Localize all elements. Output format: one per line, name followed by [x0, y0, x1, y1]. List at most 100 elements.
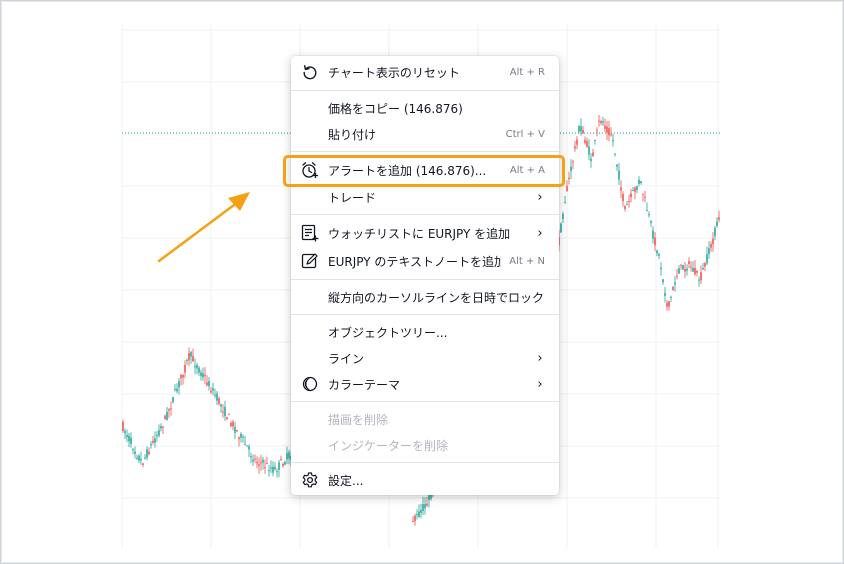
candle-body	[602, 121, 604, 123]
candle-body	[218, 398, 220, 404]
candle-body	[222, 411, 224, 413]
menu-item-label: 描画を削除	[328, 412, 389, 427]
menu-item-paste[interactable]: 貼り付け Ctrl + V	[291, 121, 559, 147]
candle-body	[256, 461, 258, 464]
candle-body	[666, 302, 668, 307]
candle-body	[658, 254, 660, 256]
candle-body	[622, 194, 624, 201]
candle-body	[202, 373, 204, 378]
candle-body	[712, 238, 714, 245]
candle-body	[664, 292, 666, 296]
chevron-right-icon: ›	[537, 376, 543, 392]
candle-body	[178, 381, 180, 388]
menu-item-watchlist[interactable]: ウォッチリストに EURJPY を追加 ›	[291, 219, 559, 247]
candle-body	[584, 140, 586, 143]
candle-body	[132, 449, 134, 451]
candle-body	[134, 451, 136, 454]
candle-body	[198, 367, 200, 373]
candle-body	[170, 408, 172, 410]
menu-separator	[291, 279, 559, 280]
menu-separator	[291, 151, 559, 152]
menu-item-settings[interactable]: 設定...	[291, 467, 559, 493]
candle-body	[576, 139, 578, 145]
candle-body	[714, 228, 716, 237]
candle-body	[182, 374, 184, 378]
candle-body	[700, 272, 702, 281]
candle-body	[210, 390, 212, 393]
candle-body	[696, 270, 698, 273]
candle-body	[266, 463, 268, 465]
menu-item-color-theme[interactable]: カラーテーマ ›	[291, 371, 559, 397]
menu-item-label: トレード	[328, 190, 377, 205]
candle-body	[276, 471, 278, 473]
candle-body	[424, 504, 426, 509]
candle-body	[416, 514, 418, 516]
candle-body	[248, 446, 250, 450]
menu-item-lock-cursor[interactable]: 縦方向のカーソルラインを日時でロック	[291, 284, 559, 310]
menu-item-label: 設定...	[328, 473, 364, 488]
candle-body	[160, 426, 162, 429]
gear-icon	[300, 470, 320, 490]
menu-item-text-note[interactable]: EURJPY のテキストノートを追加 Alt + N	[291, 247, 559, 275]
candle-body	[574, 146, 576, 149]
candle-body	[612, 140, 614, 142]
menu-item-trade[interactable]: トレード ›	[291, 184, 559, 210]
candle-body	[644, 196, 646, 198]
menu-item-label: ライン	[328, 351, 365, 366]
candle-body	[200, 372, 202, 376]
candle-body	[128, 435, 130, 442]
menu-item-reset[interactable]: チャート表示のリセット Alt + R	[291, 58, 559, 86]
candle-body	[186, 360, 188, 361]
candle-body	[130, 437, 132, 444]
candle-body	[690, 266, 692, 268]
candle-body	[570, 166, 572, 172]
candle-body	[674, 282, 676, 285]
candle-body	[590, 158, 592, 161]
candle-body	[142, 463, 144, 465]
menu-item-shortcut: Ctrl + V	[505, 128, 545, 140]
menu-item-label: チャート表示のリセット	[328, 65, 460, 80]
candle-body	[628, 201, 630, 202]
candle-body	[618, 170, 620, 180]
candle-body	[564, 202, 566, 204]
candle-body	[600, 121, 602, 123]
candle-body	[156, 435, 158, 437]
candle-body	[162, 426, 164, 428]
menu-item-label: 価格をコピー (146.876)	[328, 101, 463, 116]
candle-body	[672, 286, 674, 291]
candle-body	[682, 264, 684, 270]
candle-body	[688, 261, 690, 264]
candle-body	[176, 388, 178, 392]
candle-body	[240, 433, 242, 438]
candle-body	[418, 511, 420, 518]
candle-body	[252, 459, 254, 462]
candle-body	[598, 120, 600, 122]
menu-item-add-alert[interactable]: アラートを追加 (146.876)... Alt + A	[291, 156, 559, 184]
candle-body	[616, 164, 618, 167]
candle-body	[206, 382, 208, 386]
candle-body	[656, 250, 658, 254]
menu-item-copy-price[interactable]: 価格をコピー (146.876)	[291, 95, 559, 121]
candle-body	[146, 449, 148, 458]
candle-body	[214, 394, 216, 396]
candle-body	[166, 412, 168, 420]
menu-item-label: インジケーターを削除	[328, 438, 449, 453]
menu-item-line[interactable]: ライン ›	[291, 345, 559, 371]
candle-body	[680, 264, 682, 266]
candle-body	[282, 463, 284, 466]
candle-body	[620, 187, 622, 191]
candle-body	[244, 443, 246, 445]
alarm-clock-icon	[300, 160, 320, 180]
candle-body	[216, 393, 218, 401]
candle-body	[614, 153, 616, 155]
candle-body	[280, 459, 282, 461]
menu-item-shortcut: Alt + R	[509, 66, 545, 78]
candle-body	[586, 141, 588, 147]
candle-body	[150, 444, 152, 446]
candle-body	[278, 462, 280, 470]
candle-body	[422, 504, 424, 511]
menu-item-label: 貼り付け	[328, 127, 377, 142]
menu-item-object-tree[interactable]: オブジェクトツリー...	[291, 319, 559, 345]
candle-body	[236, 430, 238, 432]
candle-body	[588, 146, 590, 155]
